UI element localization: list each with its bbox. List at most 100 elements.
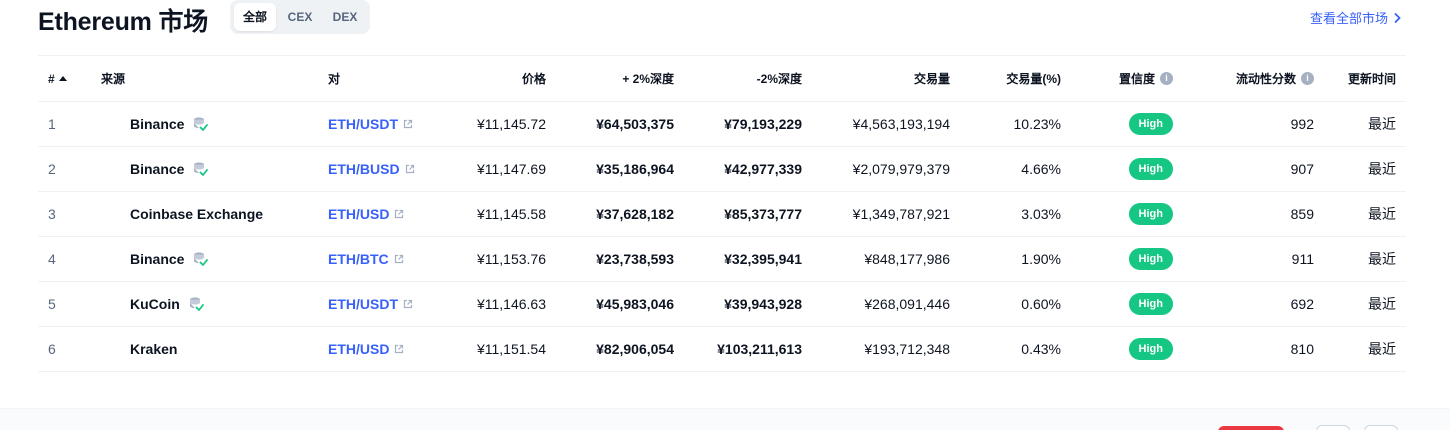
- confidence-cell: High: [1128, 282, 1173, 326]
- rank-cell: 5: [48, 296, 56, 312]
- liquidity-cell: 692: [1290, 296, 1314, 312]
- plus-depth-cell: ¥35,186,964: [596, 161, 674, 177]
- pair-label: ETH/USDT: [328, 296, 398, 312]
- exchange-name: Binance: [130, 161, 185, 177]
- verified-exchange-icon: [189, 297, 204, 311]
- liquidity-cell: 907: [1290, 161, 1314, 177]
- markets-table: # 来源 对 价格 + 2%深度 -2%深度 交易量 交易量(%) 置信度 i 流…: [38, 55, 1406, 372]
- pagination-current-button[interactable]: [1218, 426, 1284, 430]
- col-plus-depth-header[interactable]: + 2%深度: [622, 56, 674, 101]
- source-cell[interactable]: Binance: [130, 147, 209, 191]
- external-link-icon: [405, 164, 414, 174]
- volume-cell: ¥848,177,986: [864, 251, 950, 267]
- minus-depth-cell: ¥42,977,339: [724, 161, 802, 177]
- table-row[interactable]: 2 Binance ETH/BUSD ¥11,147.69 ¥35,186,964 ¥42…: [38, 147, 1406, 192]
- page-title: Ethereum 市场: [38, 8, 209, 36]
- confidence-badge: High: [1128, 203, 1173, 225]
- verified-exchange-icon: [194, 162, 209, 176]
- pair-link[interactable]: ETH/USDT: [328, 282, 413, 326]
- pagination-next-button[interactable]: [1364, 425, 1398, 430]
- volume-cell: ¥193,712,348: [864, 341, 950, 357]
- pair-label: ETH/BUSD: [328, 161, 400, 177]
- updated-cell: 最近: [1368, 251, 1396, 267]
- pair-link[interactable]: ETH/USD: [328, 192, 404, 236]
- col-source-header[interactable]: 来源: [101, 56, 125, 101]
- minus-depth-cell: ¥39,943,928: [724, 296, 802, 312]
- pair-link[interactable]: ETH/BUSD: [328, 147, 415, 191]
- pair-link[interactable]: ETH/BTC: [328, 237, 404, 281]
- liquidity-cell: 911: [1291, 251, 1314, 267]
- pair-link[interactable]: ETH/USDT: [328, 102, 413, 146]
- verified-exchange-icon: [194, 117, 209, 131]
- price-cell: ¥11,146.63: [476, 296, 546, 312]
- source-cell[interactable]: Binance: [130, 102, 209, 146]
- external-link-icon: [403, 119, 413, 129]
- col-price-header[interactable]: 价格: [522, 56, 546, 101]
- view-all-markets-link[interactable]: 查看全部市场: [1310, 8, 1402, 27]
- updated-cell: 最近: [1368, 341, 1396, 357]
- exchange-name: KuCoin: [130, 296, 180, 312]
- sort-up-icon: [58, 76, 67, 81]
- price-cell: ¥11,153.76: [476, 251, 546, 267]
- pair-label: ETH/BTC: [328, 251, 389, 267]
- pair-label: ETH/USD: [328, 341, 390, 357]
- liquidity-cell: 859: [1290, 206, 1314, 222]
- confidence-badge: High: [1128, 158, 1173, 180]
- info-icon[interactable]: i: [1160, 72, 1173, 85]
- pair-label: ETH/USDT: [328, 116, 398, 132]
- col-updated-header[interactable]: 更新时间: [1348, 56, 1396, 101]
- confidence-cell: High: [1128, 102, 1173, 146]
- confidence-cell: High: [1128, 192, 1173, 236]
- table-row[interactable]: 4 Binance ETH/BTC ¥11,153.76 ¥23,738,593 ¥32,…: [38, 237, 1406, 282]
- volume-cell: ¥2,079,979,379: [852, 161, 950, 177]
- tab-all[interactable]: 全部: [234, 3, 276, 31]
- rank-cell: 2: [48, 161, 56, 177]
- pair-link[interactable]: ETH/USD: [328, 327, 404, 371]
- external-link-icon: [394, 254, 403, 264]
- table-header-row: # 来源 对 价格 + 2%深度 -2%深度 交易量 交易量(%) 置信度 i 流…: [38, 56, 1406, 102]
- info-icon[interactable]: i: [1301, 72, 1314, 85]
- minus-depth-cell: ¥103,211,613: [717, 341, 802, 357]
- confidence-badge: High: [1128, 338, 1173, 360]
- tab-dex[interactable]: DEX: [324, 3, 366, 31]
- col-volume-pct-header[interactable]: 交易量(%): [1006, 56, 1061, 101]
- col-liquidity-label: 流动性分数: [1235, 72, 1296, 86]
- volume-pct-cell: 1.90%: [1021, 251, 1061, 267]
- col-liquidity-header[interactable]: 流动性分数 i: [1236, 56, 1314, 101]
- source-cell[interactable]: Kraken: [130, 327, 177, 371]
- updated-cell: 最近: [1368, 161, 1396, 177]
- confidence-cell: High: [1128, 147, 1173, 191]
- minus-depth-cell: ¥32,395,941: [724, 251, 802, 267]
- exchange-name: Binance: [130, 116, 185, 132]
- confidence-badge: High: [1128, 113, 1173, 135]
- table-row[interactable]: 6 Kraken ETH/USD ¥11,151.54 ¥82,906,054 ¥103,…: [38, 327, 1406, 372]
- table-row[interactable]: 3 Coinbase Exchange ETH/USD ¥11,145.58 ¥37,6…: [38, 192, 1406, 237]
- source-cell[interactable]: Coinbase Exchange: [130, 192, 263, 236]
- external-link-icon: [395, 344, 404, 354]
- volume-cell: ¥4,563,193,194: [852, 116, 950, 132]
- volume-pct-cell: 4.66%: [1021, 161, 1061, 177]
- col-rank-header[interactable]: #: [48, 56, 67, 101]
- pagination-prev-button[interactable]: [1316, 425, 1350, 430]
- source-cell[interactable]: Binance: [130, 237, 209, 281]
- col-confidence-header[interactable]: 置信度 i: [1119, 56, 1173, 101]
- price-cell: ¥11,145.72: [476, 116, 546, 132]
- liquidity-cell: 992: [1290, 116, 1314, 132]
- col-volume-header[interactable]: 交易量: [914, 56, 950, 101]
- external-link-icon: [395, 209, 404, 219]
- view-all-label: 查看全部市场: [1309, 11, 1388, 26]
- col-minus-depth-header[interactable]: -2%深度: [757, 56, 802, 101]
- rank-cell: 4: [48, 251, 56, 267]
- source-cell[interactable]: KuCoin: [130, 282, 204, 326]
- col-pair-header[interactable]: 对: [328, 56, 340, 101]
- tab-cex[interactable]: CEX: [278, 3, 322, 31]
- volume-pct-cell: 10.23%: [1013, 116, 1061, 132]
- rank-cell: 1: [48, 116, 56, 132]
- table-row[interactable]: 5 KuCoin ETH/USDT ¥11,146.63 ¥45,983,046 ¥39,…: [38, 282, 1406, 327]
- plus-depth-cell: ¥82,906,054: [596, 341, 674, 357]
- table-row[interactable]: 1 Binance ETH/USDT ¥11,145.72 ¥64,503,375 ¥79…: [38, 102, 1406, 147]
- col-rank-label: #: [48, 71, 55, 86]
- pair-label: ETH/USD: [328, 206, 390, 222]
- updated-cell: 最近: [1368, 206, 1396, 222]
- price-cell: ¥11,147.69: [476, 161, 546, 177]
